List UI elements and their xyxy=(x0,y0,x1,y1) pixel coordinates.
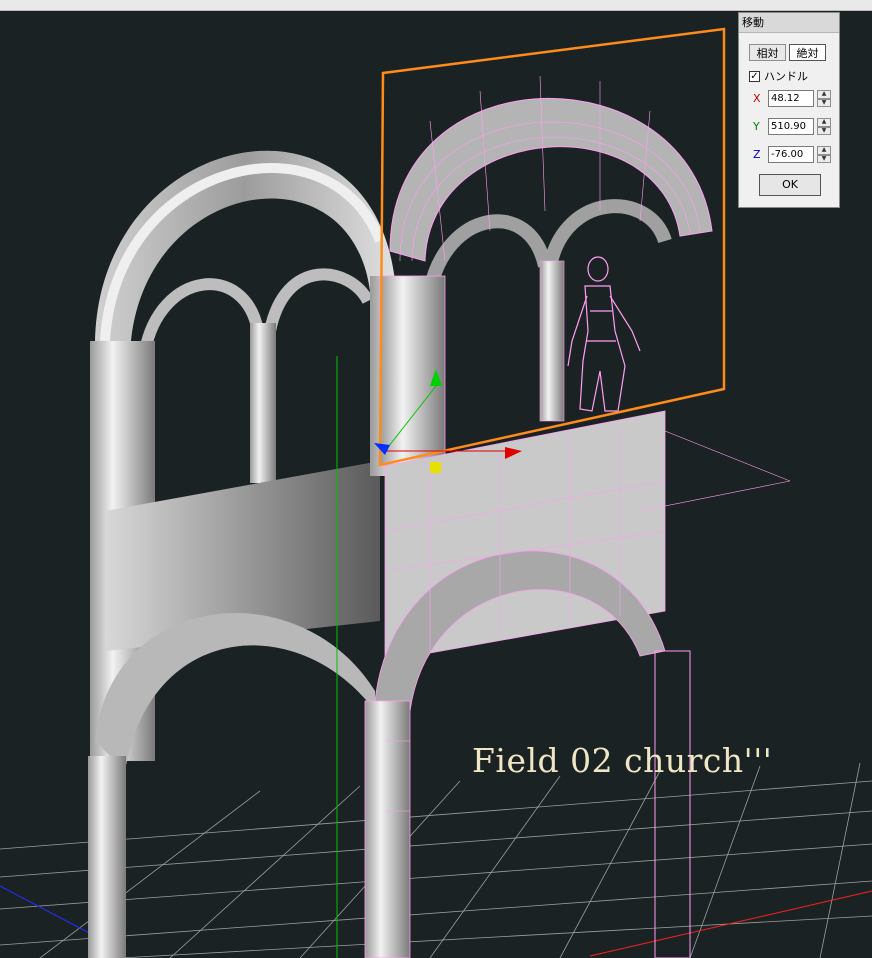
left-column-top xyxy=(250,323,276,483)
floor-grid xyxy=(0,762,872,958)
y-coordinate-input[interactable] xyxy=(768,118,814,135)
z-axis-label: Z xyxy=(753,148,761,161)
x-axis-label: X xyxy=(753,92,761,105)
world-axis-x-line xyxy=(589,890,872,957)
selected-pillar xyxy=(379,275,446,467)
ok-button[interactable]: OK xyxy=(759,174,821,196)
y-spinner[interactable]: ▲ ▼ xyxy=(817,118,831,135)
selected-inner-arch xyxy=(423,214,552,293)
selected-arch-structure[interactable] xyxy=(364,75,791,958)
z-spin-up-icon[interactable]: ▲ xyxy=(817,146,831,155)
world-axis-z-line xyxy=(0,885,96,937)
x-coordinate-input[interactable] xyxy=(768,90,814,107)
x-spinner[interactable]: ▲ ▼ xyxy=(817,90,831,107)
top-toolbar-strip xyxy=(0,0,872,11)
selected-column xyxy=(539,260,565,422)
move-dialog-title: 移動 xyxy=(739,13,839,33)
z-spinner[interactable]: ▲ ▼ xyxy=(817,146,831,163)
left-inner-arch-2 xyxy=(264,268,374,333)
handle-option[interactable]: ✓ ハンドル xyxy=(749,68,808,84)
x-spin-up-icon[interactable]: ▲ xyxy=(817,90,831,99)
mode-tabs: 相対 絶対 xyxy=(749,44,826,61)
y-axis-label: Y xyxy=(753,120,760,133)
left-vault xyxy=(95,150,395,356)
scene-caption: Field 02 church''' xyxy=(472,741,773,780)
y-coordinate-row: Y ▲ ▼ xyxy=(753,118,831,135)
selected-pillar-base xyxy=(364,700,411,958)
x-spin-down-icon[interactable]: ▼ xyxy=(817,98,831,107)
tab-relative[interactable]: 相対 xyxy=(749,44,786,61)
y-spin-up-icon[interactable]: ▲ xyxy=(817,118,831,127)
y-spin-down-icon[interactable]: ▼ xyxy=(817,126,831,135)
z-coordinate-input[interactable] xyxy=(768,146,814,163)
x-coordinate-row: X ▲ ▼ xyxy=(753,90,831,107)
move-dialog[interactable]: 移動 相対 絶対 ✓ ハンドル X ▲ ▼ Y ▲ ▼ Z ▲ ▼ OK xyxy=(738,12,840,208)
gizmo-center-handle-icon[interactable] xyxy=(430,462,441,473)
selected-inner-arch-2 xyxy=(543,199,672,268)
tab-absolute[interactable]: 絶対 xyxy=(789,44,826,61)
handle-checkbox[interactable]: ✓ xyxy=(749,70,760,82)
z-coordinate-row: Z ▲ ▼ xyxy=(753,146,831,163)
selected-right-pillar xyxy=(654,650,691,958)
character-figure[interactable] xyxy=(567,256,641,412)
z-spin-down-icon[interactable]: ▼ xyxy=(817,154,831,163)
left-inner-arch xyxy=(139,278,264,353)
handle-checkbox-label: ハンドル xyxy=(764,70,808,83)
left-pillar-base xyxy=(88,756,126,958)
